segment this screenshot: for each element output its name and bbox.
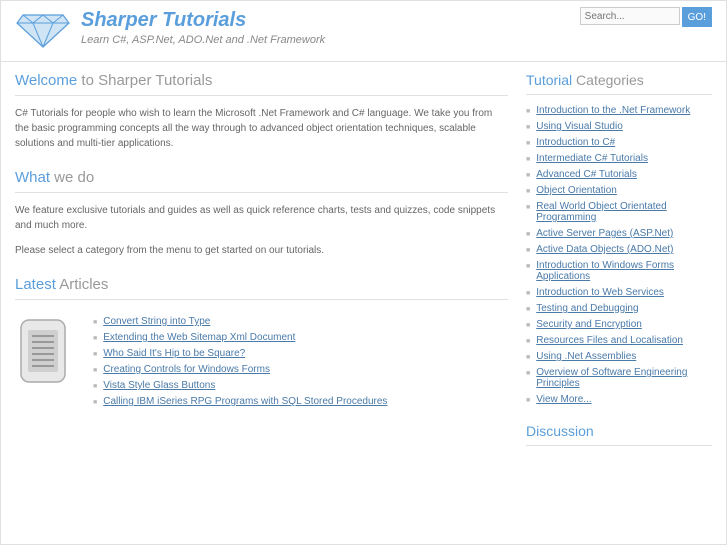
welcome-body: C# Tutorials for people who wish to lear…: [15, 106, 508, 151]
welcome-heading: Welcome to Sharper Tutorials: [15, 72, 508, 96]
latest-article-link[interactable]: Convert String into Type: [103, 316, 210, 327]
category-link[interactable]: Security and Encryption: [536, 319, 642, 330]
list-item: Active Server Pages (ASP.Net): [526, 228, 712, 239]
list-item: Convert String into Type: [93, 316, 387, 327]
categories-list: Introduction to the .Net Framework Using …: [526, 105, 712, 405]
discussion-section: Discussion: [526, 423, 712, 446]
list-item: Introduction to the .Net Framework: [526, 105, 712, 116]
category-link[interactable]: View More...: [536, 394, 591, 405]
document-icon: [15, 316, 71, 386]
category-link[interactable]: Overview of Software Engineering Princip…: [536, 367, 712, 389]
list-item: Testing and Debugging: [526, 303, 712, 314]
list-item: Using Visual Studio: [526, 121, 712, 132]
what-we-do-section: What we do We feature exclusive tutorial…: [15, 169, 508, 258]
list-item: Advanced C# Tutorials: [526, 169, 712, 180]
list-item: Active Data Objects (ADO.Net): [526, 244, 712, 255]
category-link[interactable]: Intermediate C# Tutorials: [536, 153, 648, 164]
category-link[interactable]: Introduction to C#: [536, 137, 615, 148]
list-item: Object Orientation: [526, 185, 712, 196]
category-link[interactable]: Introduction to Web Services: [536, 287, 664, 298]
list-item: Calling IBM iSeries RPG Programs with SQ…: [93, 396, 387, 407]
latest-article-link[interactable]: Who Said It's Hip to be Square?: [103, 348, 245, 359]
list-item: Introduction to Web Services: [526, 287, 712, 298]
latest-articles-list: Convert String into Type Extending the We…: [93, 316, 387, 412]
list-item: Vista Style Glass Buttons: [93, 380, 387, 391]
categories-heading: Tutorial Categories: [526, 72, 712, 95]
list-item: Resources Files and Localisation: [526, 335, 712, 346]
category-link[interactable]: Resources Files and Localisation: [536, 335, 683, 346]
list-item: Intermediate C# Tutorials: [526, 153, 712, 164]
what-heading: What we do: [15, 169, 508, 193]
latest-article-link[interactable]: Creating Controls for Windows Forms: [103, 364, 270, 375]
category-link[interactable]: Introduction to the .Net Framework: [536, 105, 690, 116]
category-link[interactable]: Object Orientation: [536, 185, 617, 196]
latest-articles-section: Latest Articles Convert String into Type…: [15, 276, 508, 412]
list-item: Who Said It's Hip to be Square?: [93, 348, 387, 359]
diamond-logo-icon: [15, 9, 71, 49]
latest-heading: Latest Articles: [15, 276, 508, 300]
category-link[interactable]: Advanced C# Tutorials: [536, 169, 637, 180]
list-item: Using .Net Assemblies: [526, 351, 712, 362]
category-link[interactable]: Active Server Pages (ASP.Net): [536, 228, 673, 239]
list-item: Creating Controls for Windows Forms: [93, 364, 387, 375]
categories-section: Tutorial Categories Introduction to the …: [526, 72, 712, 405]
list-item: Introduction to C#: [526, 137, 712, 148]
category-link[interactable]: Using Visual Studio: [536, 121, 623, 132]
site-title[interactable]: Sharper Tutorials: [81, 9, 325, 32]
header: Sharper Tutorials Learn C#, ASP.Net, ADO…: [1, 1, 726, 62]
list-item: Overview of Software Engineering Princip…: [526, 367, 712, 389]
list-item: Security and Encryption: [526, 319, 712, 330]
category-link[interactable]: Introduction to Windows Forms Applicatio…: [536, 260, 712, 282]
list-item: Real World Object Orientated Programming: [526, 201, 712, 223]
latest-article-link[interactable]: Extending the Web Sitemap Xml Document: [103, 332, 295, 343]
go-button[interactable]: GO!: [682, 7, 712, 27]
list-item: Introduction to Windows Forms Applicatio…: [526, 260, 712, 282]
discussion-heading: Discussion: [526, 423, 712, 446]
tagline: Learn C#, ASP.Net, ADO.Net and .Net Fram…: [81, 34, 325, 46]
latest-article-link[interactable]: Vista Style Glass Buttons: [103, 380, 215, 391]
welcome-section: Welcome to Sharper Tutorials C# Tutorial…: [15, 72, 508, 151]
what-body-1: We feature exclusive tutorials and guide…: [15, 203, 508, 233]
category-link[interactable]: Using .Net Assemblies: [536, 351, 636, 362]
latest-article-link[interactable]: Calling IBM iSeries RPG Programs with SQ…: [103, 396, 387, 407]
list-item: View More...: [526, 394, 712, 405]
category-link[interactable]: Active Data Objects (ADO.Net): [536, 244, 673, 255]
search-box: GO!: [580, 7, 712, 27]
search-input[interactable]: [580, 7, 680, 25]
category-link[interactable]: Real World Object Orientated Programming: [536, 201, 712, 223]
category-link[interactable]: Testing and Debugging: [536, 303, 638, 314]
list-item: Extending the Web Sitemap Xml Document: [93, 332, 387, 343]
what-body-2: Please select a category from the menu t…: [15, 243, 508, 258]
